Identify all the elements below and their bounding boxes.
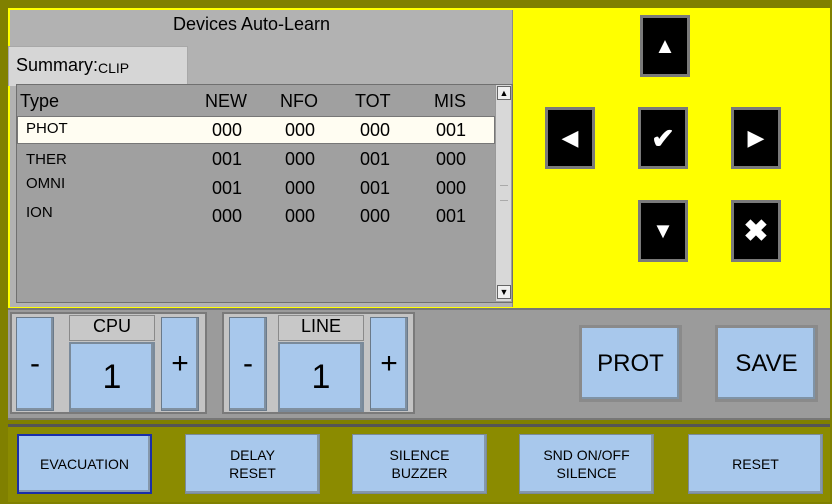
- silence-buzzer-button[interactable]: SILENCE BUZZER: [352, 434, 487, 494]
- cpu-increment-button[interactable]: +: [161, 317, 199, 411]
- row-type: ION: [26, 204, 53, 221]
- line-decrement-button[interactable]: -: [229, 317, 267, 411]
- row-nfo: 000: [285, 178, 316, 198]
- row-type: PHOT: [26, 120, 68, 137]
- row-mis: 001: [436, 120, 467, 140]
- save-button[interactable]: SAVE: [715, 325, 818, 402]
- row-type: OMNI: [26, 175, 66, 192]
- column-header-nfo: NFO: [280, 91, 318, 111]
- row-tot: 001: [360, 178, 391, 198]
- scroll-down-arrow-icon[interactable]: ▼: [497, 285, 511, 299]
- row-mis: 001: [436, 206, 467, 226]
- table-row[interactable]: [17, 116, 495, 144]
- summary-value: CLIP: [98, 60, 130, 76]
- cpu-label: CPU: [69, 315, 155, 341]
- left-arrow-icon: ◀: [561, 125, 579, 150]
- up-arrow-icon: ▲: [654, 33, 676, 58]
- nav-cancel-button[interactable]: ✖: [731, 200, 781, 262]
- column-header-new: NEW: [205, 91, 247, 111]
- delay-reset-button[interactable]: DELAY RESET: [185, 434, 320, 494]
- checkmark-icon: ✔: [651, 122, 675, 154]
- nav-left-button[interactable]: ◀: [545, 107, 595, 169]
- prot-button[interactable]: PROT: [579, 325, 682, 402]
- reset-button[interactable]: RESET: [688, 434, 823, 494]
- evacuation-button[interactable]: EVACUATION: [17, 434, 152, 494]
- column-header-type: Type: [20, 91, 60, 111]
- row-mis: 000: [436, 178, 467, 198]
- column-header-tot: TOT: [355, 91, 391, 111]
- row-new: 000: [212, 206, 243, 226]
- nav-right-button[interactable]: ▶: [731, 107, 781, 169]
- auto-learn-title: Devices Auto-Learn: [172, 14, 331, 34]
- snd-on-off-silence-button[interactable]: SND ON/OFF SILENCE: [519, 434, 654, 494]
- down-arrow-icon: ▼: [652, 218, 674, 243]
- summary-label: Summary:: [16, 55, 99, 75]
- scroll-grip-icon[interactable]: [500, 185, 508, 201]
- table-row[interactable]: [17, 200, 495, 228]
- nav-down-button[interactable]: ▼: [638, 200, 688, 262]
- table-row[interactable]: [17, 172, 495, 200]
- right-arrow-icon: ▶: [747, 125, 765, 150]
- cpu-value: 1: [69, 342, 155, 412]
- row-nfo: 000: [285, 149, 316, 169]
- row-new: 001: [212, 149, 243, 169]
- column-header-mis: MIS: [434, 91, 467, 111]
- row-mis: 000: [436, 149, 467, 169]
- table-row[interactable]: [17, 146, 495, 174]
- row-tot: 000: [360, 206, 391, 226]
- line-value: 1: [278, 342, 364, 412]
- row-new: 001: [212, 178, 243, 198]
- row-nfo: 000: [285, 206, 316, 226]
- scroll-up-arrow-icon[interactable]: ▲: [497, 86, 511, 100]
- row-nfo: 000: [285, 120, 316, 140]
- row-tot: 000: [360, 120, 391, 140]
- row-new: 000: [212, 120, 243, 140]
- line-label: LINE: [278, 315, 364, 341]
- line-increment-button[interactable]: +: [370, 317, 408, 411]
- nav-ok-button[interactable]: ✔: [638, 107, 688, 169]
- nav-up-button[interactable]: ▲: [640, 15, 690, 77]
- cpu-decrement-button[interactable]: -: [16, 317, 54, 411]
- row-tot: 001: [360, 149, 391, 169]
- list-scrollbar[interactable]: ▲ ▼: [495, 85, 511, 301]
- row-type: THER: [26, 151, 67, 168]
- cancel-x-icon: ✖: [743, 214, 769, 248]
